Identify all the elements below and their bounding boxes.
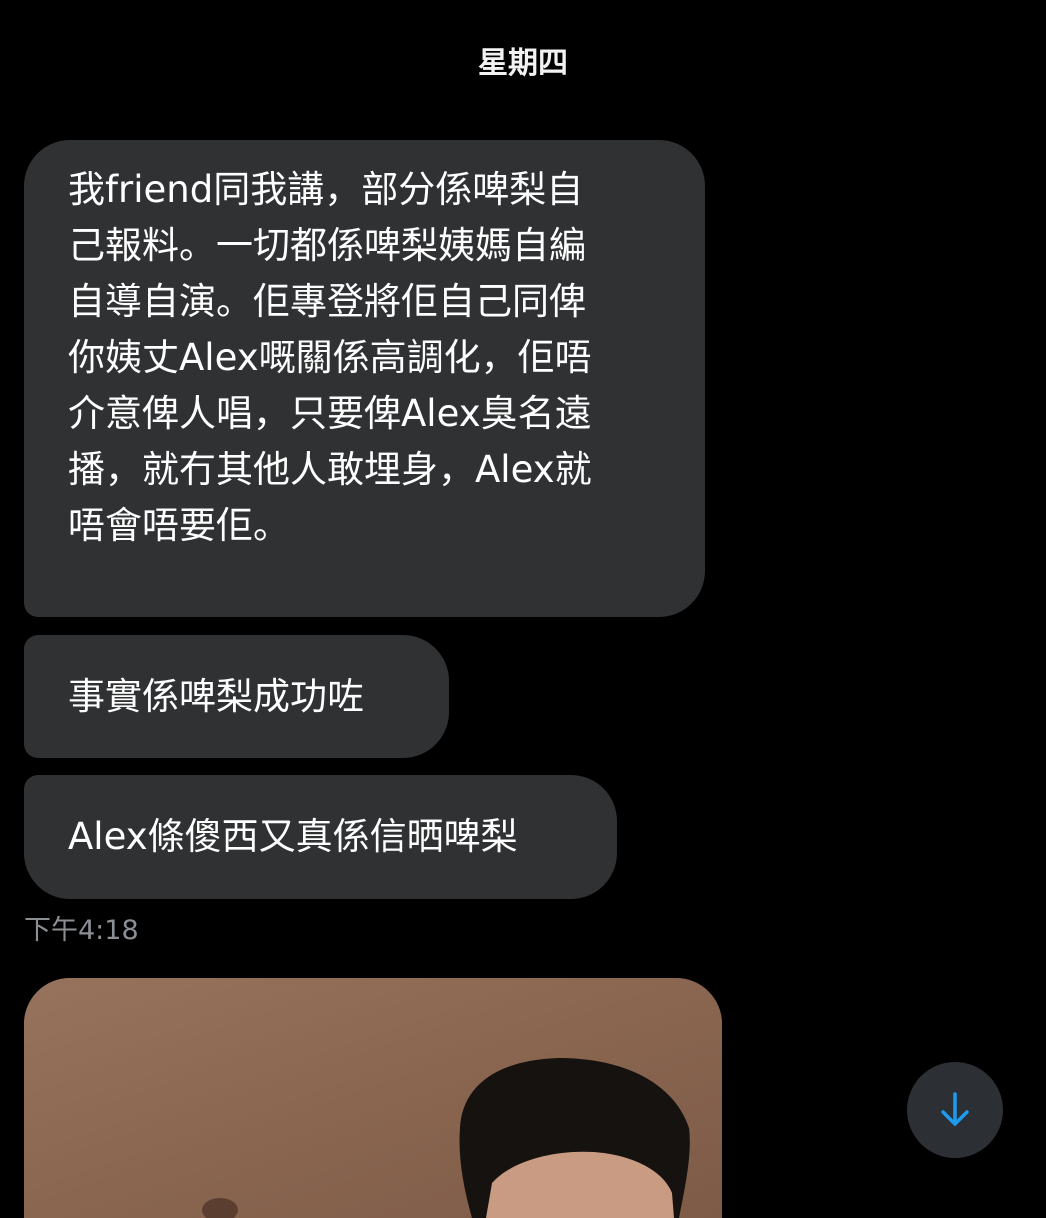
- message-bubble[interactable]: 我friend同我講，部分係啤梨自 己報料。一切都係啤梨姨媽自編 自導自演。佢專…: [24, 140, 705, 617]
- photo-image: [24, 978, 722, 1218]
- message-bubble[interactable]: Alex條傻西又真係信晒啤梨: [24, 775, 617, 899]
- day-separator: 星期四: [478, 46, 568, 81]
- message-bubble[interactable]: 事實係啤梨成功咗: [24, 635, 449, 758]
- message-timestamp: 下午4:18: [24, 915, 139, 946]
- image-attachment[interactable]: [24, 978, 722, 1218]
- arrow-down-icon: [941, 1092, 969, 1126]
- scroll-to-bottom-button[interactable]: [907, 1062, 1003, 1158]
